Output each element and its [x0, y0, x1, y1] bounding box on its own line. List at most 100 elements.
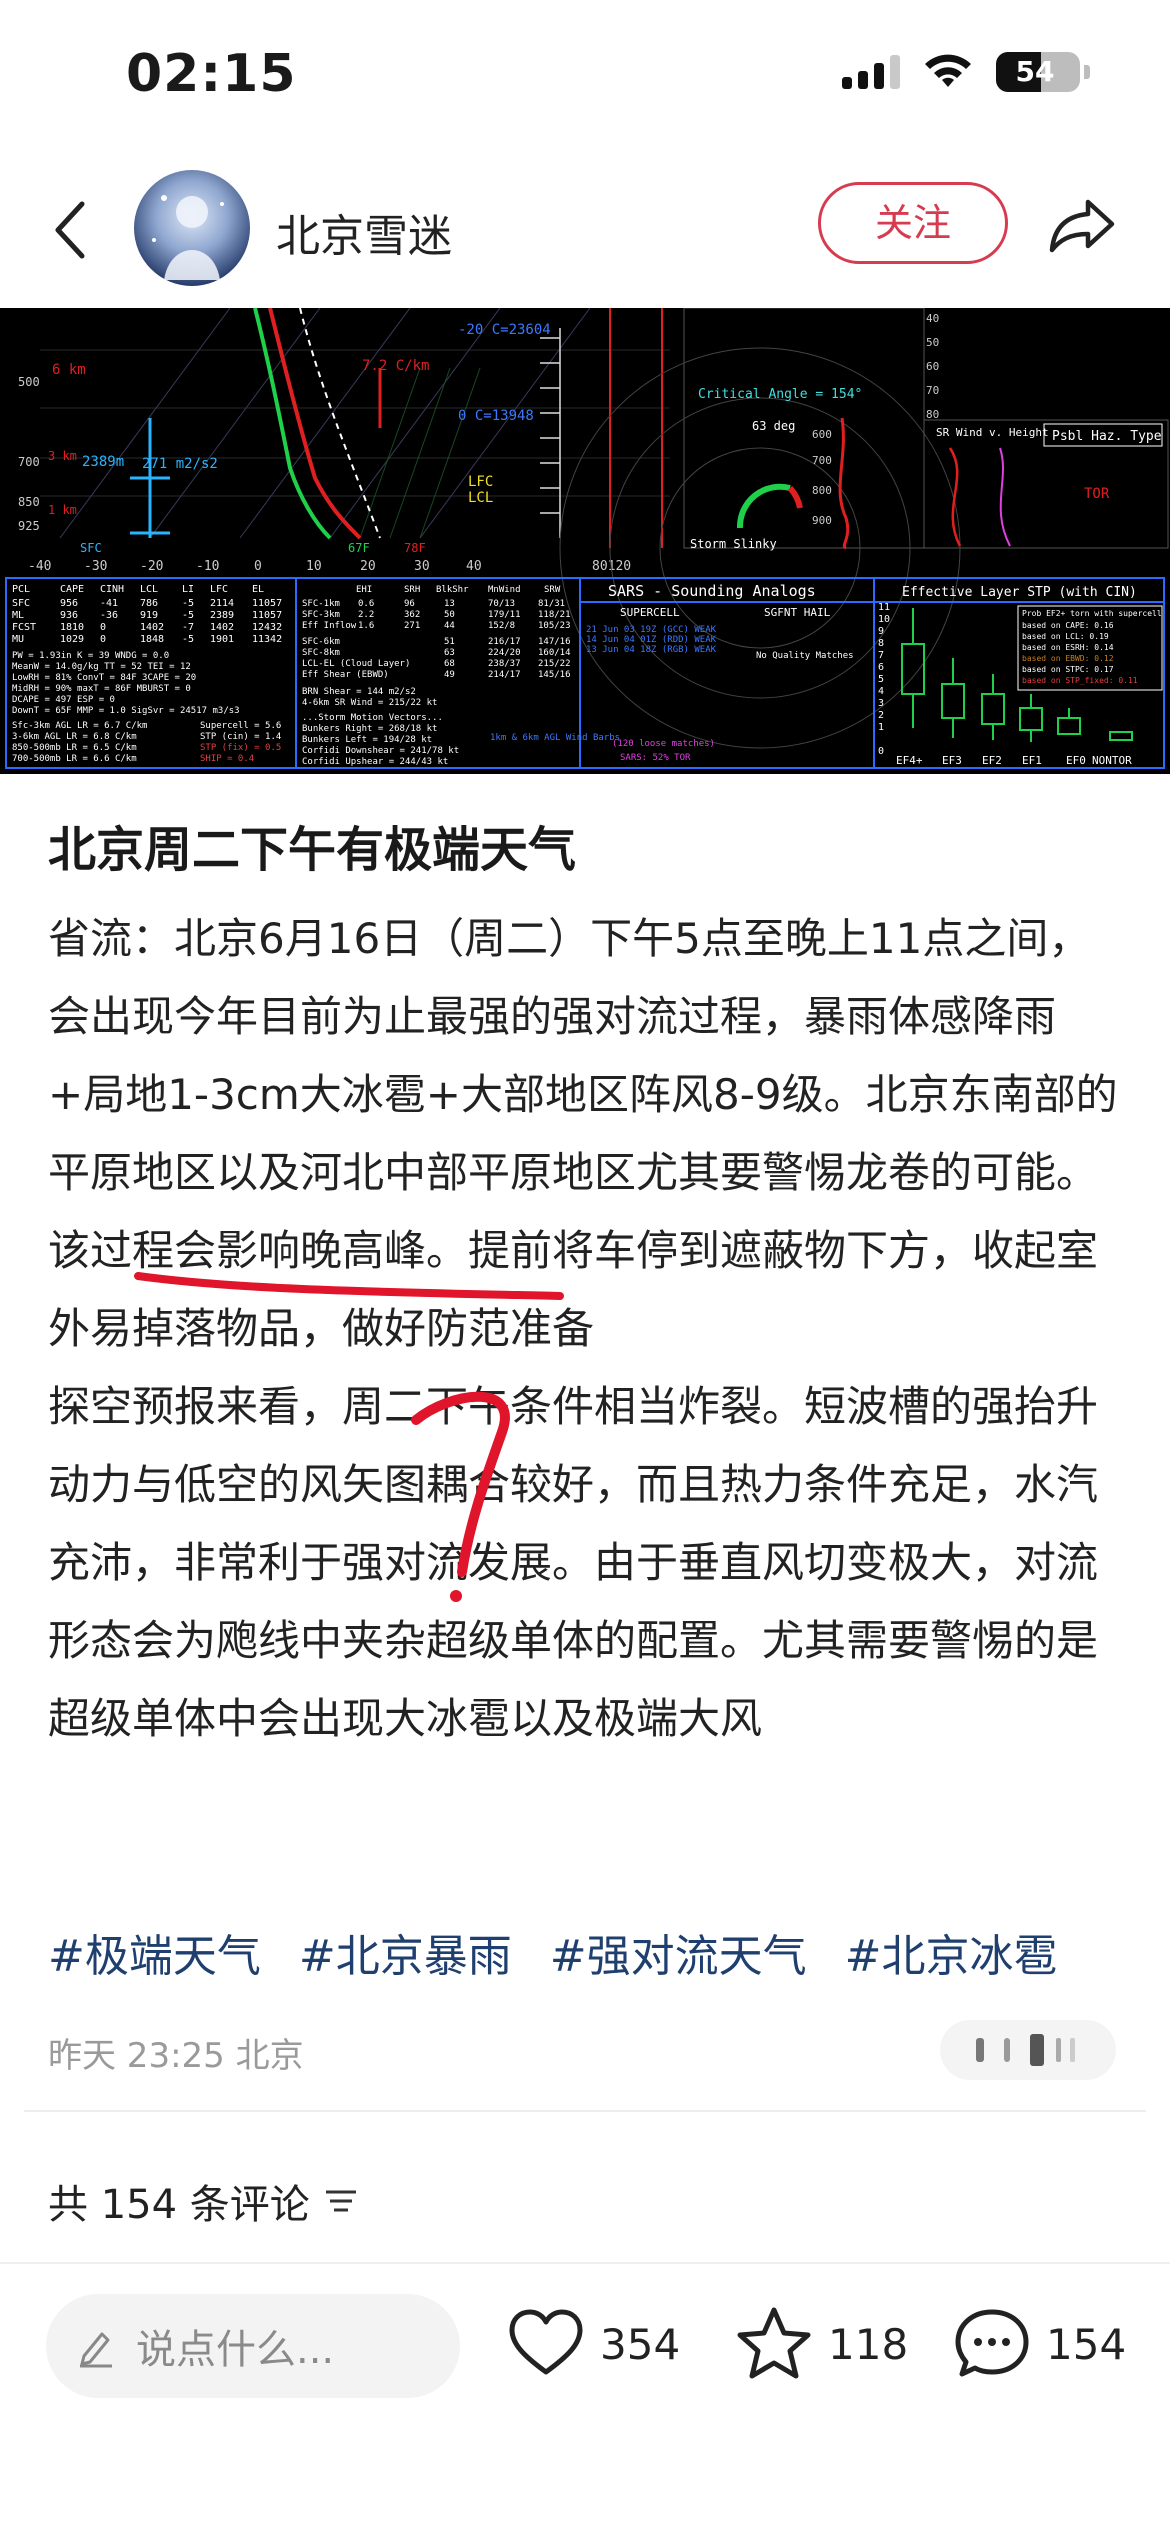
stp-axis-tick: EF2 — [982, 754, 1002, 767]
sars-no-matches: No Quality Matches — [756, 651, 854, 661]
post-body: 省流：北京6月16日（周二）下午5点至晚上11点之间，会出现今年目前为止最强的强… — [48, 900, 1128, 1758]
kin-cell: 1.6 — [358, 621, 374, 631]
like-count: 354 — [600, 2319, 681, 2369]
follow-button[interactable]: 关注 — [818, 182, 1008, 264]
hashtag[interactable]: #北京暴雨 — [299, 1931, 512, 1982]
kin-cell: 215/22 — [538, 659, 571, 669]
author-name[interactable]: 北京雪迷 — [276, 200, 452, 264]
stp-y-tick: 5 — [878, 674, 884, 685]
reaction-badge[interactable] — [940, 2020, 1116, 2080]
area-label: 271 m2/s2 — [142, 456, 218, 472]
kin-cell: 68 — [444, 659, 455, 669]
stp-box-row: based on ESRH: 0.14 — [1022, 643, 1114, 652]
sars-row: 14 Jun 04 01Z (RDD) WEAK — [586, 635, 717, 645]
table-header-cell: EL — [252, 584, 264, 595]
kin-cell: Eff Inflow — [302, 621, 357, 631]
sfc-label: SFC — [80, 541, 102, 555]
table-cell: 919 — [140, 610, 158, 621]
kin-header-cell: SRW — [544, 585, 561, 595]
comments-count: 共 154 条评论 — [48, 2182, 310, 2228]
stp-box-row: based on EBWD: 0.12 — [1022, 654, 1114, 663]
star-icon — [737, 2307, 811, 2379]
stp-fix-row: STP (fix) = 0.5 — [200, 743, 281, 753]
x-axis-tick: -40 — [28, 559, 51, 574]
lapse-rate-row: 3-6km AGL LR = 6.8 C/km — [12, 732, 137, 742]
kin-cell: 179/11 — [488, 610, 521, 620]
table-cell: 2114 — [210, 598, 234, 609]
sars-row: 13 Jun 04 18Z (RGB) WEAK — [586, 645, 717, 655]
x-axis-tick: -10 — [196, 559, 219, 574]
table-cell: 11057 — [252, 610, 282, 621]
author-avatar[interactable] — [134, 170, 250, 286]
stp-box-row: based on STP_fixed: 0.11 — [1022, 676, 1138, 685]
table-cell: -41 — [100, 598, 118, 609]
kin-cell: 224/20 — [488, 648, 521, 658]
table-misc: DCAPE = 497 ESP = 0 — [12, 695, 115, 705]
kin-cell: 152/8 — [488, 621, 515, 631]
hashtag[interactable]: #极端天气 — [48, 1931, 261, 1982]
table-header-cell: CINH — [100, 584, 124, 595]
divider — [24, 2110, 1146, 2112]
voice-bars-icon — [976, 2034, 1075, 2066]
hashtag[interactable]: #强对流天气 — [550, 1931, 807, 1982]
post-meta: 昨天 23:25 北京 — [48, 2036, 304, 2076]
x-axis-tick: 0 — [254, 559, 262, 574]
kin-cell: SFC-6km — [302, 637, 340, 647]
comment-input[interactable]: 说点什么... — [46, 2294, 460, 2398]
hashtag[interactable]: #北京冰雹 — [845, 1931, 1058, 1982]
kin-cell: SFC-1km — [302, 599, 340, 609]
sars-loose: (120 loose matches) — [612, 739, 715, 749]
lcl-label: LCL — [468, 490, 493, 506]
table-cell: 1848 — [140, 634, 164, 645]
table-cell: 936 — [60, 610, 78, 621]
table-cell: 0 — [100, 622, 106, 633]
table-misc: MeanW = 14.0g/kg TT = 52 TEI = 12 — [12, 662, 191, 672]
kin-misc: 4-6km SR Wind = 215/22 kt — [302, 698, 437, 708]
like-button[interactable]: 354 — [506, 2304, 680, 2384]
scale-tick: 50 — [926, 336, 939, 349]
table-header-cell: LI — [182, 584, 194, 595]
share-icon[interactable] — [1048, 196, 1116, 254]
back-arrow-icon[interactable] — [48, 198, 96, 262]
comment-placeholder: 说点什么... — [136, 2327, 335, 2373]
kin-header-cell: EHI — [356, 585, 372, 595]
sars-supercell: SUPERCELL — [620, 606, 680, 619]
lapse-rate-row: 850-500mb LR = 6.5 C/km — [12, 743, 137, 753]
freezing-level-label: -20 C=23604 — [458, 322, 551, 338]
pressure-tick: 925 — [18, 519, 40, 533]
kin-cell: 50 — [444, 610, 455, 620]
status-icons: 54 — [842, 52, 1090, 92]
kin-cell: 51 — [444, 637, 455, 647]
favorite-button[interactable]: 118 — [734, 2304, 908, 2384]
comments-header[interactable]: 共 154 条评论 — [48, 2172, 358, 2230]
scale-tick: 40 — [926, 312, 939, 325]
battery-percentage: 54 — [1015, 55, 1055, 88]
x-axis-tick: 30 — [414, 559, 430, 574]
table-misc: MidRH = 90% maxT = 86F MBURST = 0 — [12, 684, 191, 694]
sort-icon[interactable] — [324, 2186, 358, 2216]
table-cell: SFC — [12, 598, 30, 609]
height-label: 1 km — [48, 503, 77, 517]
sars-title: SARS - Sounding Analogs — [608, 582, 816, 600]
stp-y-tick: 3 — [878, 698, 884, 709]
post-title: 北京周二下午有极端天气 — [48, 822, 577, 878]
table-cell: -7 — [182, 622, 194, 633]
stp-box-title: Prob EF2+ torn with supercell — [1022, 609, 1162, 618]
critical-angle-label: Critical Angle = 154° — [698, 387, 862, 402]
wifi-icon — [925, 54, 971, 87]
sounding-diagram: 500 700 850 925 6 km 7.2 C/km -20 C=2360… — [0, 307, 1170, 774]
table-cell: -5 — [182, 598, 194, 609]
stp-box-row: based on LCL: 0.19 — [1022, 632, 1109, 641]
kin-cell: Eff Shear (EBWD) — [302, 670, 389, 680]
wind-barb-label: 1km & 6km AGL Wind Barbs — [490, 733, 620, 743]
sr-wind-label: SR Wind v. Height — [936, 426, 1049, 439]
comment-button[interactable]: 154 — [952, 2304, 1126, 2384]
kin-cell: LCL-EL (Cloud Layer) — [302, 659, 410, 669]
stp-axis-tick: EF0 — [1066, 754, 1086, 767]
post-paragraph: 省流：北京6月16日（周二）下午5点至晚上11点之间，会出现今年目前为止最强的强… — [48, 914, 1118, 1353]
lapse-rate-row: 700-500mb LR = 6.6 C/km — [12, 754, 137, 764]
table-cell: 1029 — [60, 634, 84, 645]
kin-header-cell: BlkShr — [436, 585, 469, 595]
sounding-image[interactable]: 500 700 850 925 6 km 7.2 C/km -20 C=2360… — [0, 307, 1170, 774]
kin-cell: 70/13 — [488, 599, 515, 609]
